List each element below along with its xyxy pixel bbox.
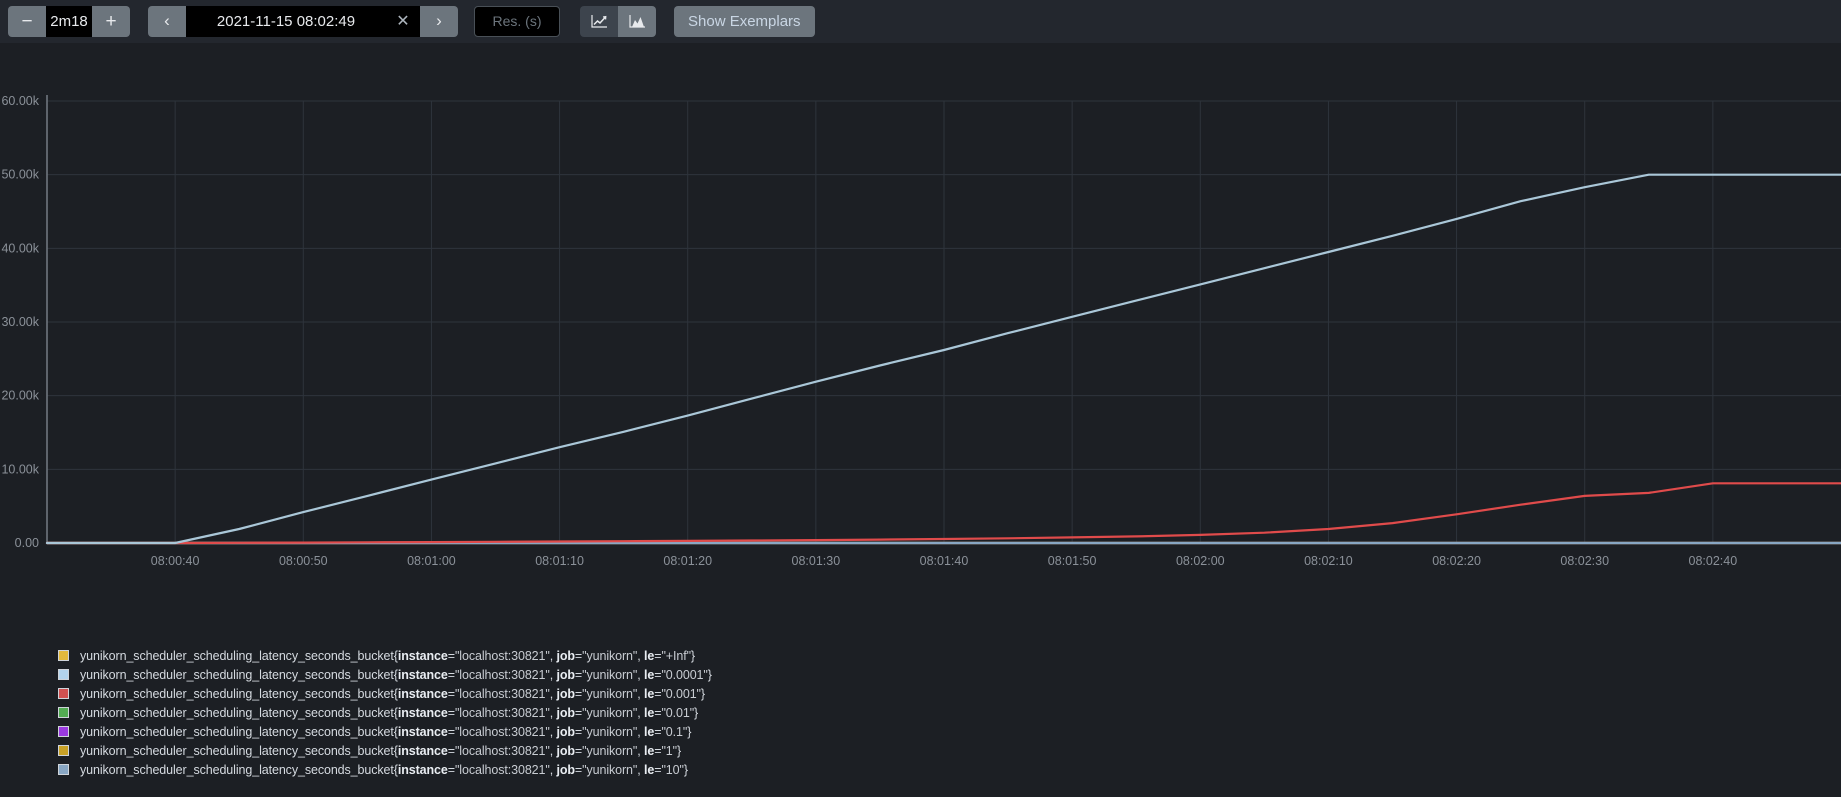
legend-item-label: yunikorn_scheduler_scheduling_latency_se…: [80, 725, 691, 739]
previous-time-button[interactable]: ‹: [148, 6, 186, 37]
svg-text:08:02:10: 08:02:10: [1304, 554, 1353, 568]
time-navigator-group: ‹ ✕ ›: [148, 6, 458, 37]
legend-item-label: yunikorn_scheduler_scheduling_latency_se…: [80, 649, 695, 663]
legend-color-swatch: [58, 764, 69, 775]
svg-text:30.00k: 30.00k: [1, 315, 39, 329]
svg-text:60.00k: 60.00k: [1, 94, 39, 108]
legend-item-label: yunikorn_scheduler_scheduling_latency_se…: [80, 668, 712, 682]
svg-text:08:01:10: 08:01:10: [535, 554, 584, 568]
stacked-area-chart-icon[interactable]: [618, 6, 656, 37]
svg-text:08:01:20: 08:01:20: [663, 554, 712, 568]
svg-text:08:02:40: 08:02:40: [1689, 554, 1738, 568]
range-increase-button[interactable]: +: [92, 6, 130, 37]
svg-text:08:01:50: 08:01:50: [1048, 554, 1097, 568]
svg-text:08:00:50: 08:00:50: [279, 554, 328, 568]
svg-text:20.00k: 20.00k: [1, 389, 39, 403]
x-axis-tick-labels: 08:00:40 08:00:50 08:01:00 08:01:10 08:01:20…: [151, 554, 1737, 568]
legend-item[interactable]: yunikorn_scheduler_scheduling_latency_se…: [58, 665, 1841, 684]
legend-color-swatch: [58, 650, 69, 661]
legend-item[interactable]: yunikorn_scheduler_scheduling_latency_se…: [58, 684, 1841, 703]
grid-lines: [47, 101, 1841, 543]
chart-type-toggle-group: [580, 6, 656, 37]
legend-item[interactable]: yunikorn_scheduler_scheduling_latency_se…: [58, 722, 1841, 741]
resolution-input[interactable]: [474, 6, 560, 37]
svg-text:50.00k: 50.00k: [1, 168, 39, 182]
svg-text:08:01:00: 08:01:00: [407, 554, 456, 568]
legend-color-swatch: [58, 726, 69, 737]
legend-color-swatch: [58, 669, 69, 680]
svg-text:08:02:00: 08:02:00: [1176, 554, 1225, 568]
legend-item-label: yunikorn_scheduler_scheduling_latency_se…: [80, 744, 681, 758]
legend-item[interactable]: yunikorn_scheduler_scheduling_latency_se…: [58, 760, 1841, 779]
legend-item-label: yunikorn_scheduler_scheduling_latency_se…: [80, 687, 705, 701]
legend-item[interactable]: yunikorn_scheduler_scheduling_latency_se…: [58, 646, 1841, 665]
range-decrease-button[interactable]: −: [8, 6, 46, 37]
chart-toolbar: − + ‹ ✕ › Show Exemplars: [0, 0, 1841, 43]
svg-text:08:02:20: 08:02:20: [1432, 554, 1481, 568]
range-stepper-group: − +: [8, 6, 130, 37]
clear-time-button[interactable]: ✕: [386, 6, 420, 37]
legend-color-swatch: [58, 707, 69, 718]
svg-text:08:01:30: 08:01:30: [792, 554, 841, 568]
chart-plot-area[interactable]: 60.00k 50.00k 40.00k 30.00k 20.00k 10.00k 0.00…: [0, 43, 1841, 640]
svg-text:08:00:40: 08:00:40: [151, 554, 200, 568]
show-exemplars-button[interactable]: Show Exemplars: [674, 6, 815, 37]
time-input[interactable]: [186, 6, 386, 37]
line-chart-icon[interactable]: [580, 6, 618, 37]
legend-color-swatch: [58, 745, 69, 756]
y-axis-tick-labels: 60.00k 50.00k 40.00k 30.00k 20.00k 10.00k 0.00: [1, 94, 39, 550]
svg-text:40.00k: 40.00k: [1, 241, 39, 255]
next-time-button[interactable]: ›: [420, 6, 458, 37]
legend-item[interactable]: yunikorn_scheduler_scheduling_latency_se…: [58, 703, 1841, 722]
chart-legend: yunikorn_scheduler_scheduling_latency_se…: [0, 640, 1841, 797]
legend-item[interactable]: yunikorn_scheduler_scheduling_latency_se…: [58, 741, 1841, 760]
legend-color-swatch: [58, 688, 69, 699]
svg-text:08:02:30: 08:02:30: [1560, 554, 1609, 568]
svg-text:08:01:40: 08:01:40: [920, 554, 969, 568]
svg-text:0.00: 0.00: [15, 536, 39, 550]
legend-item-label: yunikorn_scheduler_scheduling_latency_se…: [80, 763, 688, 777]
range-input[interactable]: [46, 6, 92, 37]
chart-svg[interactable]: 60.00k 50.00k 40.00k 30.00k 20.00k 10.00k 0.00…: [0, 43, 1841, 640]
svg-text:10.00k: 10.00k: [1, 462, 39, 476]
legend-item-label: yunikorn_scheduler_scheduling_latency_se…: [80, 706, 698, 720]
